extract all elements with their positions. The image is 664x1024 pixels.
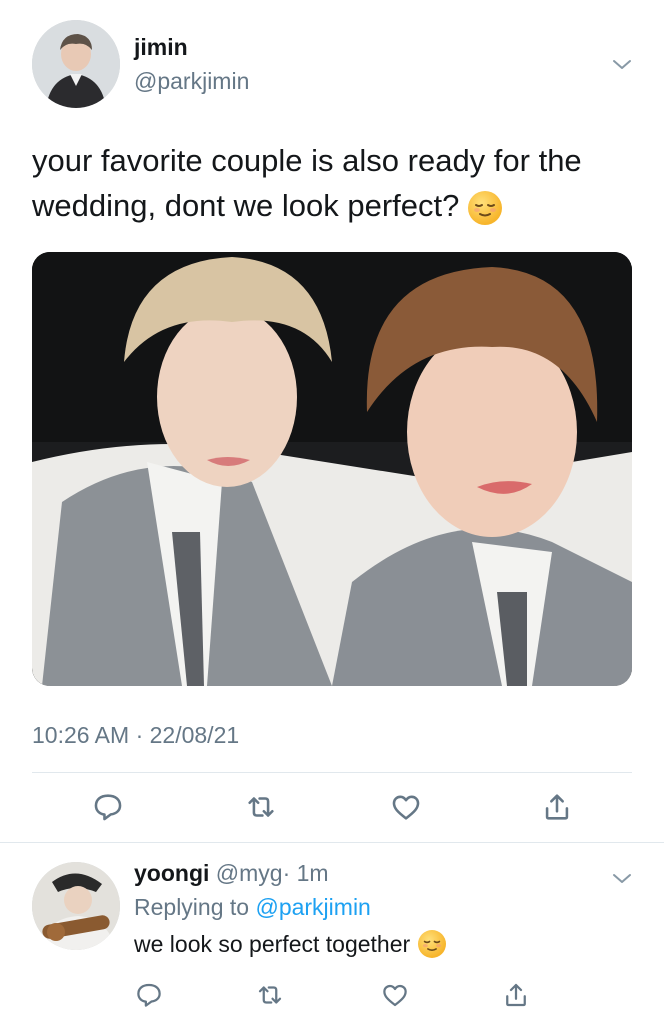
divider <box>0 842 664 843</box>
reply-avatar-image <box>32 862 120 950</box>
author-avatar-image <box>32 20 120 108</box>
replying-to-label: Replying to <box>134 894 250 920</box>
author-display-name[interactable]: jimin <box>134 34 188 61</box>
share-icon[interactable] <box>540 790 574 824</box>
reply-header: yoongi @myg· 1m <box>134 860 329 887</box>
reply-icon[interactable] <box>91 790 125 824</box>
divider <box>32 772 632 773</box>
tweet-text: your favorite couple is also ready for t… <box>32 138 632 228</box>
chevron-down-icon[interactable] <box>610 866 634 890</box>
like-icon[interactable] <box>389 790 423 824</box>
replying-to-mention[interactable]: @parkjimin <box>255 894 370 920</box>
replying-to: Replying to @parkjimin <box>134 894 371 921</box>
author-handle[interactable]: @parkjimin <box>134 68 249 95</box>
chevron-down-icon[interactable] <box>610 52 634 76</box>
share-icon[interactable] <box>501 980 531 1010</box>
reply-icon[interactable] <box>134 980 164 1010</box>
tweet-timestamp[interactable]: 10:26 AM · 22/08/21 <box>32 722 239 749</box>
reply-handle[interactable]: @myg <box>216 860 283 886</box>
reply-author-avatar[interactable] <box>32 862 120 950</box>
reply-text: we look so perfect together <box>134 930 447 958</box>
selfie-photo-image <box>32 252 632 686</box>
tweet-photo[interactable] <box>32 252 632 686</box>
relieved-face-icon <box>468 190 503 225</box>
relieved-face-icon <box>418 930 447 958</box>
retweet-icon[interactable] <box>255 980 285 1010</box>
retweet-icon[interactable] <box>244 790 278 824</box>
author-avatar[interactable] <box>32 20 120 108</box>
like-icon[interactable] <box>380 980 410 1010</box>
reply-display-name[interactable]: yoongi <box>134 860 209 886</box>
reply-time: · 1m <box>282 860 329 886</box>
reply-text-body: we look so perfect together <box>134 930 411 957</box>
